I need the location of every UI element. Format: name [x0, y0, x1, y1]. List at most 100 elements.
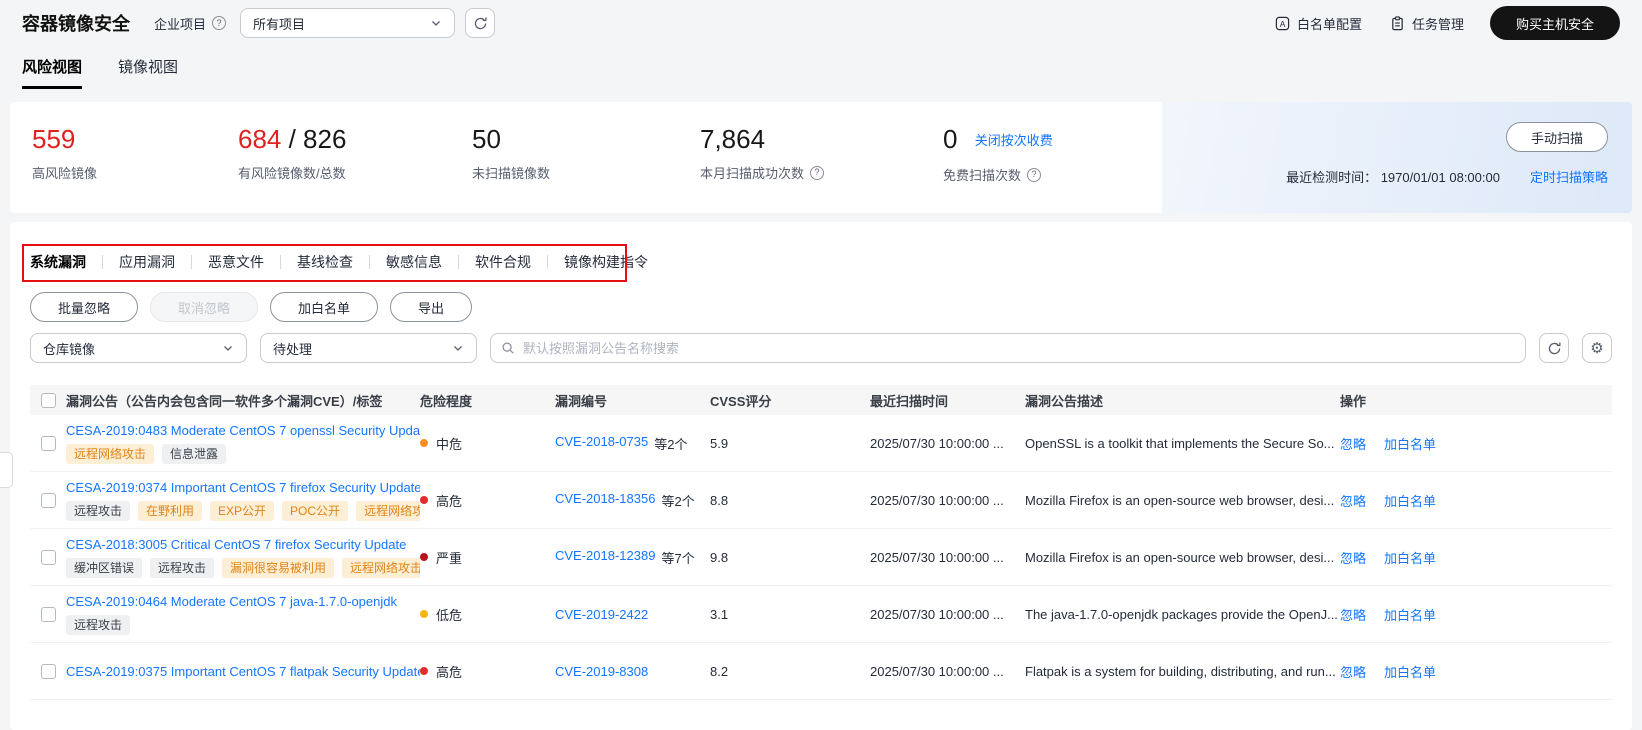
cancel-ignore-button[interactable]: 取消忽略 [150, 292, 259, 322]
enterprise-project-group: 企业项目 ? [154, 14, 227, 33]
subtab-software-compliance[interactable]: 软件合规 [475, 252, 564, 272]
subtab-baseline-check[interactable]: 基线检查 [297, 252, 386, 272]
vuln-tag: POC公开 [282, 500, 349, 521]
ignore-link[interactable]: 忽略 [1340, 605, 1366, 624]
handle-status-select[interactable]: 待处理 [260, 333, 477, 363]
ignore-link[interactable]: 忽略 [1340, 491, 1366, 510]
enterprise-project-label: 企业项目 [154, 16, 207, 32]
stat-total-value: / 826 [281, 124, 347, 154]
task-manage-button[interactable]: 任务管理 [1390, 14, 1464, 33]
cve-link[interactable]: CVE-2018-12389 [555, 548, 655, 567]
whitelist-config-button[interactable]: A 白名单配置 [1275, 14, 1362, 33]
col-operations: 操作 [1340, 391, 1612, 410]
row-checkbox[interactable] [40, 663, 56, 679]
search-icon [502, 342, 514, 354]
vuln-tag: 缓冲区错误 [66, 557, 143, 578]
stat-month-scans: 7,864 本月扫描成功次数 ? [700, 124, 943, 213]
subtab-app-vuln[interactable]: 应用漏洞 [119, 252, 208, 272]
help-icon[interactable]: ? [1027, 167, 1042, 182]
add-whitelist-link[interactable]: 加白名单 [1384, 548, 1436, 567]
add-whitelist-link[interactable]: 加白名单 [1384, 434, 1436, 453]
cve-link[interactable]: CVE-2019-2422 [555, 607, 648, 622]
scan-time: 2025/07/30 10:00:00 ... [870, 663, 1004, 679]
severity-dot [420, 610, 428, 618]
cve-link[interactable]: CVE-2019-8308 [555, 664, 648, 679]
col-cve: 漏洞编号 [555, 391, 710, 410]
cvss-score: 3.1 [710, 606, 729, 622]
risk-detail-panel: 系统漏洞 应用漏洞 恶意文件 基线检查 敏感信息 软件合规 镜像构建指令 批量忽… [10, 222, 1632, 730]
cve-link[interactable]: CVE-2018-0735 [555, 434, 648, 453]
ignore-link[interactable]: 忽略 [1340, 434, 1366, 453]
col-announcement: 漏洞公告（公告内会包含同一软件多个漏洞CVE）/标签 [66, 393, 383, 409]
row-checkbox[interactable] [40, 492, 56, 508]
refresh-icon [474, 17, 487, 29]
batch-ignore-button[interactable]: 批量忽略 [30, 292, 139, 322]
refresh-table-button[interactable] [1539, 333, 1569, 363]
stat-month-scans-value: 7,864 [700, 124, 766, 154]
vuln-tag: 远程攻击 [150, 557, 215, 578]
overview-card: 559 高风险镜像 684 / 826 有风险镜像数/总数 50 未扫描镜像数 … [10, 102, 1632, 213]
row-checkbox[interactable] [40, 435, 56, 451]
row-checkbox[interactable] [40, 549, 56, 565]
help-icon[interactable]: ? [810, 165, 825, 180]
add-whitelist-link[interactable]: 加白名单 [1384, 605, 1436, 624]
add-whitelist-link[interactable]: 加白名单 [1384, 662, 1436, 681]
select-all-checkbox[interactable] [40, 392, 56, 408]
help-icon[interactable]: ? [212, 16, 227, 30]
table-row: CESA-2019:0374 Important CentOS 7 firefo… [30, 472, 1612, 529]
project-select[interactable]: 所有项目 [240, 8, 456, 38]
table-header-row: 漏洞公告（公告内会包含同一软件多个漏洞CVE）/标签 危险程度 漏洞编号 CVS… [30, 385, 1612, 415]
image-scope-select[interactable]: 仓库镜像 [30, 333, 247, 363]
subtab-image-build-cmd[interactable]: 镜像构建指令 [564, 252, 648, 272]
row-checkbox[interactable] [40, 606, 56, 622]
add-whitelist-button[interactable]: 加白名单 [270, 292, 379, 322]
chevron-down-icon [454, 346, 462, 351]
severity-label: 严重 [436, 550, 463, 566]
severity-label: 高危 [436, 664, 463, 680]
table-row: CESA-2019:0483 Moderate CentOS 7 openssl… [30, 415, 1612, 472]
table-row: CESA-2019:0464 Moderate CentOS 7 java-1.… [30, 586, 1612, 643]
stat-free-scans-label: 免费扫描次数 [943, 168, 1022, 183]
severity-dot [420, 553, 428, 561]
stat-high-risk-label: 高风险镜像 [32, 166, 98, 181]
severity-label: 中危 [436, 436, 463, 452]
subtab-sensitive-info[interactable]: 敏感信息 [386, 252, 475, 272]
refresh-projects-button[interactable] [465, 8, 496, 38]
side-panel-handle[interactable] [0, 452, 13, 488]
announcement-link[interactable]: CESA-2018:3005 Critical CentOS 7 firefox… [66, 537, 420, 552]
announcement-link[interactable]: CESA-2019:0464 Moderate CentOS 7 java-1.… [66, 594, 420, 609]
vuln-tag: EXP公开 [210, 500, 275, 521]
last-check-time: 最近检测时间： 1970/01/01 08:00:00 [1286, 170, 1500, 185]
vuln-tag: 远程网络攻击 [342, 557, 420, 578]
subtab-system-vuln[interactable]: 系统漏洞 [30, 252, 119, 272]
cve-count-suffix: 等2个 [661, 493, 695, 509]
close-pay-per-use-link[interactable]: 关闭按次收费 [975, 133, 1053, 148]
schedule-scan-policy-link[interactable]: 定时扫描策略 [1530, 167, 1608, 186]
announcement-link[interactable]: CESA-2019:0375 Important CentOS 7 flatpa… [66, 664, 420, 679]
project-select-value: 所有项目 [253, 16, 306, 32]
cvss-score: 9.8 [710, 549, 729, 565]
stat-unscanned-value: 50 [472, 124, 501, 154]
stat-month-scans-label: 本月扫描成功次数 [700, 166, 805, 181]
tab-image-view[interactable]: 镜像视图 [118, 56, 178, 89]
vuln-description: The java-1.7.0-openjdk packages provide … [1025, 606, 1338, 622]
search-input[interactable] [523, 340, 1515, 356]
subtab-malicious-files[interactable]: 恶意文件 [208, 252, 297, 272]
stat-risky-value: 684 [238, 124, 282, 154]
vuln-description: Mozilla Firefox is an open-source web br… [1025, 549, 1335, 565]
vulnerability-table: 漏洞公告（公告内会包含同一软件多个漏洞CVE）/标签 危险程度 漏洞编号 CVS… [30, 385, 1612, 700]
announcement-link[interactable]: CESA-2019:0374 Important CentOS 7 firefo… [66, 480, 420, 495]
export-button[interactable]: 导出 [390, 292, 473, 322]
col-severity: 危险程度 [420, 391, 555, 410]
tab-risk-view[interactable]: 风险视图 [22, 56, 83, 89]
announcement-link[interactable]: CESA-2019:0483 Moderate CentOS 7 openssl… [66, 423, 420, 438]
ignore-link[interactable]: 忽略 [1340, 662, 1366, 681]
manual-scan-button[interactable]: 手动扫描 [1505, 122, 1608, 152]
table-settings-button[interactable]: ⚙ [1582, 333, 1612, 363]
search-box [490, 333, 1526, 363]
stat-free-scans: 0 关闭按次收费 免费扫描次数 ? [943, 124, 1053, 213]
buy-host-security-button[interactable]: 购买主机安全 [1489, 6, 1620, 40]
cve-link[interactable]: CVE-2018-18356 [555, 491, 655, 510]
add-whitelist-link[interactable]: 加白名单 [1384, 491, 1436, 510]
ignore-link[interactable]: 忽略 [1340, 548, 1366, 567]
